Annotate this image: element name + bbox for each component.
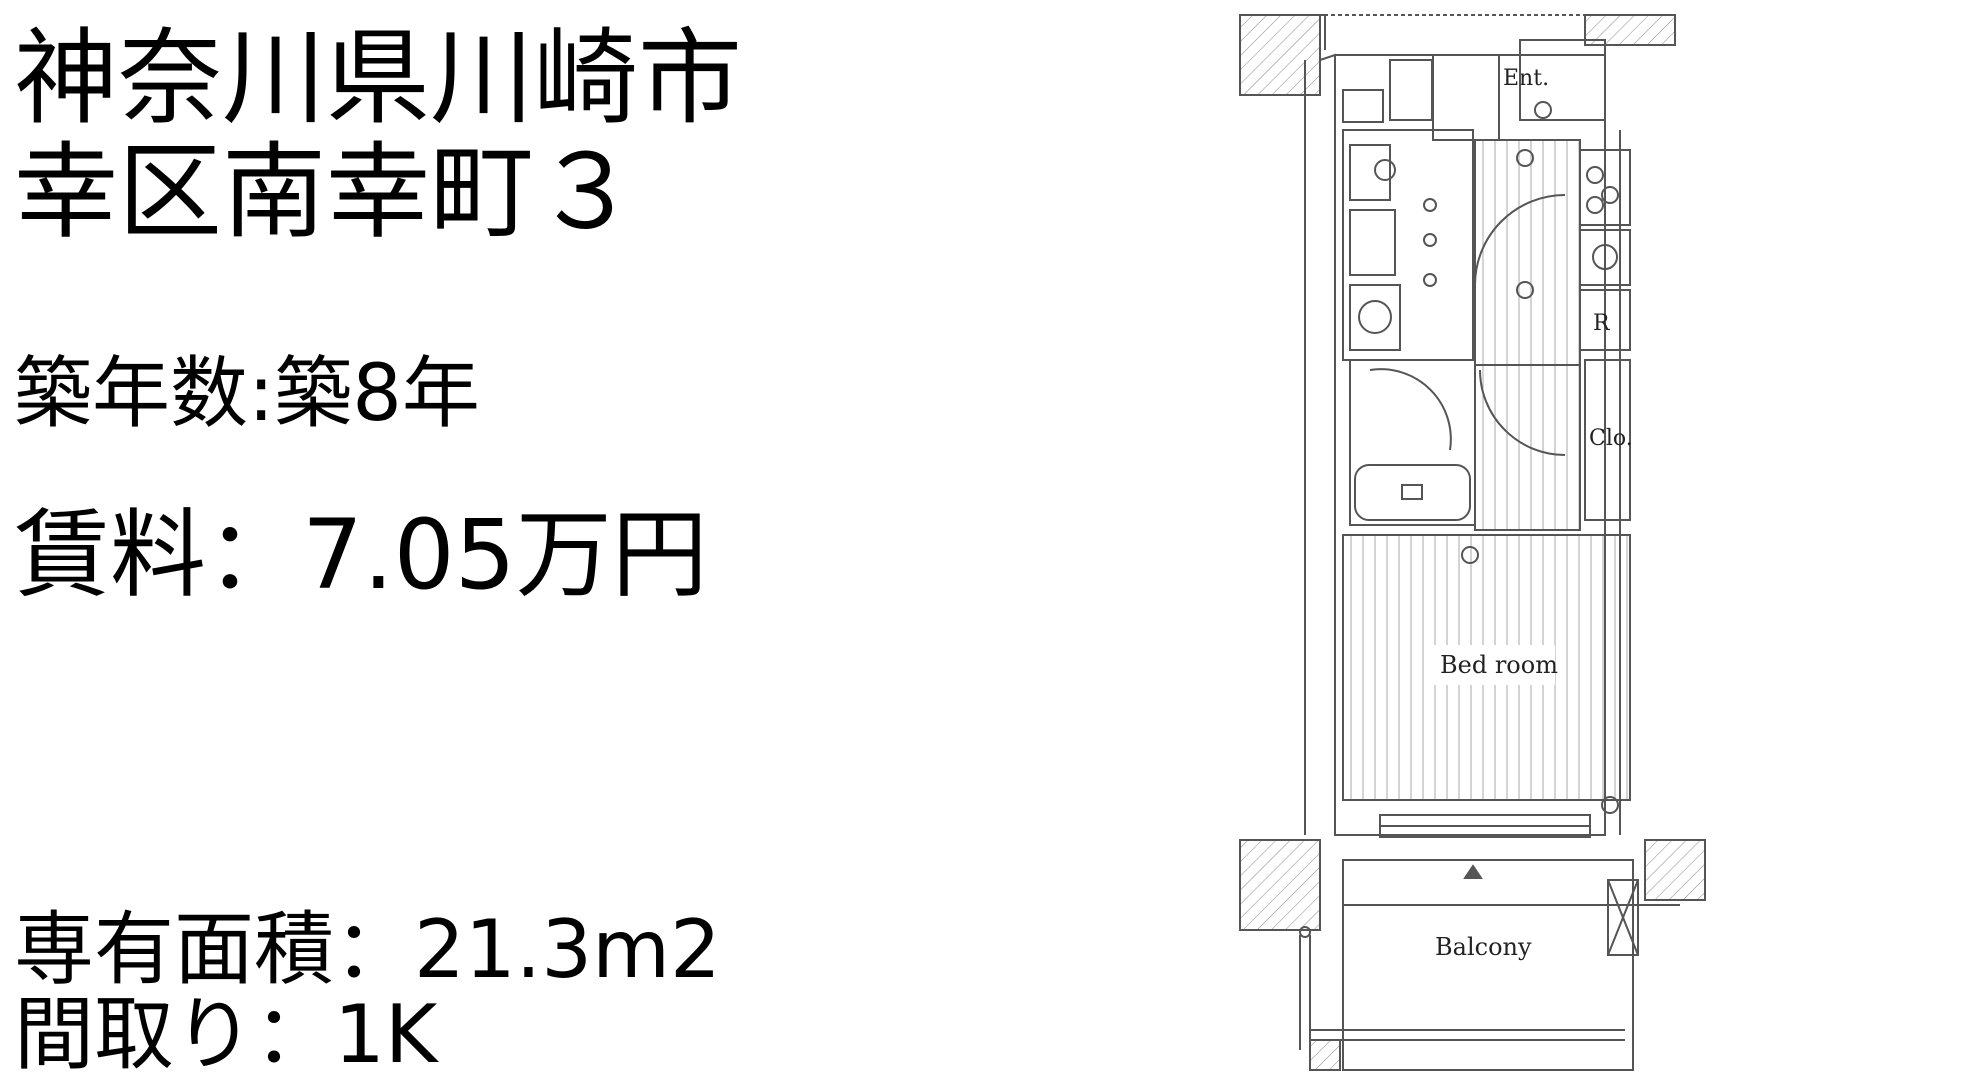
room-layout: 間取り：1K — [14, 988, 438, 1081]
floor-area: 専有面積：21.3m2 — [14, 903, 721, 996]
address-line-1: 神奈川県川崎市 — [14, 17, 743, 139]
floor-plan: Ent. R Clo. Bed room Balcony — [1239, 14, 1706, 1071]
building-age: 築年数:築8年 — [14, 349, 480, 439]
closet-label: Clo. — [1589, 426, 1633, 451]
address-line-2: 幸区南幸町３ — [14, 131, 639, 253]
refrigerator-label: R — [1593, 311, 1611, 336]
rent-price: 賃料：7.05万円 — [14, 499, 708, 611]
balcony-label: Balcony — [1435, 933, 1532, 961]
entrance-label: Ent. — [1503, 66, 1549, 91]
bedroom-label: Bed room — [1440, 651, 1558, 679]
